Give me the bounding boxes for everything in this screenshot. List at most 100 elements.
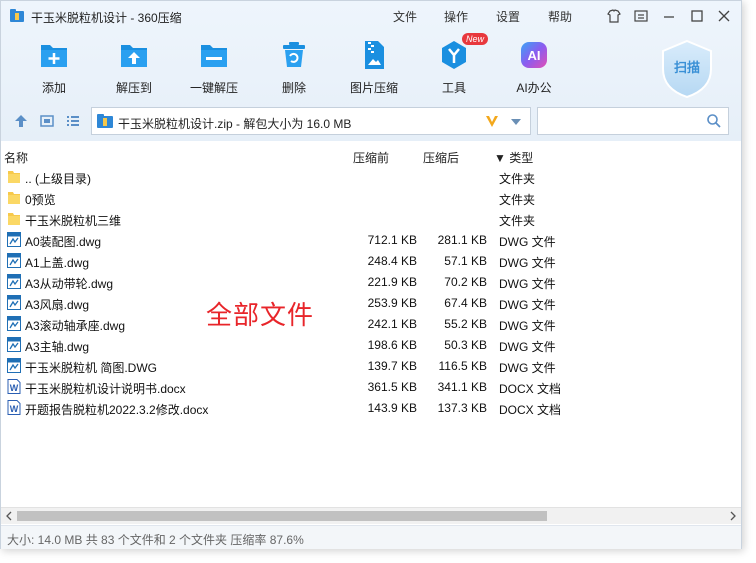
app-icon xyxy=(10,9,24,22)
svg-text:W: W xyxy=(10,404,19,414)
file-name: 开题报告脱粒机2022.3.2修改.docx xyxy=(25,403,209,417)
file-size: 221.9 KB xyxy=(367,275,417,289)
file-name: .. (上级目录) xyxy=(25,172,91,186)
file-size: 253.9 KB xyxy=(367,296,417,310)
file-row[interactable]: A0装配图.dwg 712.1 KB 281.1 KB DWG 文件 xyxy=(1,229,741,250)
scan-button[interactable]: 扫描 xyxy=(659,39,715,99)
menu-file[interactable]: 文件 xyxy=(393,8,417,25)
scrollbar-thumb[interactable] xyxy=(17,511,547,521)
file-row[interactable]: 干玉米脱粒机 简图.DWG 139.7 KB 116.5 KB DWG 文件 xyxy=(1,355,741,376)
ai-office-button[interactable]: AI AI办公 xyxy=(494,39,574,95)
delete-icon xyxy=(283,42,305,67)
tools-button[interactable]: New 工具 xyxy=(414,33,494,95)
scroll-right-icon[interactable] xyxy=(728,511,738,521)
file-type: DWG 文件 xyxy=(499,340,556,354)
extract-to-button[interactable]: 解压到 xyxy=(94,39,174,95)
file-size: 198.6 KB xyxy=(367,338,417,352)
menu-icon[interactable] xyxy=(632,7,650,25)
add-button[interactable]: 添加 xyxy=(14,39,94,95)
menu-operation[interactable]: 操作 xyxy=(444,8,468,25)
file-compressed-size: 55.2 KB xyxy=(444,317,487,331)
file-name: 干玉米脱粒机 简图.DWG xyxy=(25,361,157,375)
tools-label: 工具 xyxy=(441,81,466,95)
file-name: 干玉米脱粒机三维 xyxy=(25,214,122,228)
search-input[interactable] xyxy=(537,107,729,135)
file-type: DWG 文件 xyxy=(499,361,556,375)
extract-to-label: 解压到 xyxy=(115,81,152,95)
skin-shirt-icon[interactable] xyxy=(605,7,623,25)
vip-v-icon[interactable] xyxy=(484,113,500,129)
file-row[interactable]: A3风扇.dwg 253.9 KB 67.4 KB DWG 文件 xyxy=(1,292,741,313)
scroll-left-icon[interactable] xyxy=(4,511,14,521)
scan-label: 扫描 xyxy=(674,60,700,75)
file-row[interactable]: 0预览 文件夹 xyxy=(1,187,741,208)
column-header-type[interactable]: ▼ 类型 xyxy=(494,149,533,166)
file-row[interactable]: A3主轴.dwg 198.6 KB 50.3 KB DWG 文件 xyxy=(1,334,741,355)
file-compressed-size: 70.2 KB xyxy=(444,275,487,289)
zip-file-icon xyxy=(97,114,113,128)
maximize-icon[interactable] xyxy=(688,7,706,25)
file-type: DWG 文件 xyxy=(499,256,556,270)
docx-file-icon: W xyxy=(7,379,21,394)
file-row[interactable]: 干玉米脱粒机三维 文件夹 xyxy=(1,208,741,229)
dwg-file-icon xyxy=(7,295,21,310)
file-row[interactable]: W 干玉米脱粒机设计说明书.docx 361.5 KB 341.1 KB DOCX 文档 xyxy=(1,376,741,397)
list-view-icon[interactable] xyxy=(65,113,81,129)
file-type: 文件夹 xyxy=(499,172,536,186)
dwg-file-icon xyxy=(7,358,21,373)
minimize-icon[interactable] xyxy=(660,7,678,25)
chevron-down-icon[interactable] xyxy=(510,117,522,127)
menu-settings[interactable]: 设置 xyxy=(496,8,520,25)
file-name: 干玉米脱粒机设计说明书.docx xyxy=(25,382,186,396)
file-row[interactable]: A3从动带轮.dwg 221.9 KB 70.2 KB DWG 文件 xyxy=(1,271,741,292)
watermark-all-files: 全部文件 xyxy=(206,300,315,330)
one-click-extract-label: 一键解压 xyxy=(189,81,238,95)
file-row[interactable]: A3滚动轴承座.dwg 242.1 KB 55.2 KB DWG 文件 xyxy=(1,313,741,334)
menu-help[interactable]: 帮助 xyxy=(548,8,572,25)
file-size: 139.7 KB xyxy=(367,359,417,373)
thumbnail-view-icon[interactable] xyxy=(39,113,55,129)
file-type: 文件夹 xyxy=(499,214,536,228)
window-title: 干玉米脱粒机设计 - 360压缩 xyxy=(31,11,182,25)
file-row[interactable]: A1上盖.dwg 248.4 KB 57.1 KB DWG 文件 xyxy=(1,250,741,271)
file-name: A3主轴.dwg xyxy=(25,340,90,354)
file-list[interactable]: 名称 压缩前 压缩后 ▼ 类型 .. (上级目录) 文件夹 0预览 文件夹 干玉米脱粒机… xyxy=(1,145,741,507)
file-type: 文件夹 xyxy=(499,193,536,207)
file-name: A3从动带轮.dwg xyxy=(25,277,114,291)
dwg-file-icon xyxy=(7,253,21,268)
address-path: 干玉米脱粒机设计.zip - 解包大小为 16.0 MB xyxy=(118,117,352,131)
scan-shield-icon: 扫描 xyxy=(662,39,712,99)
address-bar[interactable]: 干玉米脱粒机设计.zip - 解包大小为 16.0 MB xyxy=(91,107,531,135)
search-icon[interactable] xyxy=(706,113,722,129)
close-icon[interactable] xyxy=(715,7,733,25)
file-compressed-size: 341.1 KB xyxy=(437,380,487,394)
extract-to-icon xyxy=(121,45,147,67)
file-name: A3滚动轴承座.dwg xyxy=(25,319,126,333)
column-header-compressed[interactable]: 压缩后 xyxy=(423,149,459,166)
image-compress-button[interactable]: 图片压缩 xyxy=(334,39,414,95)
up-arrow-icon[interactable] xyxy=(13,113,29,129)
status-bar: 大小: 14.0 MB 共 83 个文件和 2 个文件夹 压缩率 87.6% xyxy=(1,525,741,549)
ai-office-icon: AI xyxy=(521,42,547,68)
file-size: 143.9 KB xyxy=(367,401,417,415)
dwg-file-icon xyxy=(7,337,21,352)
column-header-name[interactable]: 名称 xyxy=(4,149,28,166)
file-type: DWG 文件 xyxy=(499,298,556,312)
image-compress-icon xyxy=(365,41,384,69)
folder-icon xyxy=(8,213,20,225)
delete-button[interactable]: 删除 xyxy=(254,39,334,95)
dwg-file-icon xyxy=(7,232,21,247)
file-name: A3风扇.dwg xyxy=(25,298,90,312)
file-name: A0装配图.dwg xyxy=(25,235,102,249)
file-type: DWG 文件 xyxy=(499,235,556,249)
svg-text:W: W xyxy=(10,383,19,393)
add-label: 添加 xyxy=(41,81,66,95)
column-header-size[interactable]: 压缩前 xyxy=(353,149,389,166)
horizontal-scrollbar[interactable] xyxy=(1,507,741,524)
file-row[interactable]: W 开题报告脱粒机2022.3.2修改.docx 143.9 KB 137.3 KB D… xyxy=(1,397,741,418)
ai-office-label: AI办公 xyxy=(516,81,552,95)
one-click-extract-icon xyxy=(201,45,227,67)
file-row[interactable]: .. (上级目录) 文件夹 xyxy=(1,166,741,187)
file-type: DOCX 文档 xyxy=(499,403,562,417)
one-click-extract-button[interactable]: 一键解压 xyxy=(174,39,254,95)
